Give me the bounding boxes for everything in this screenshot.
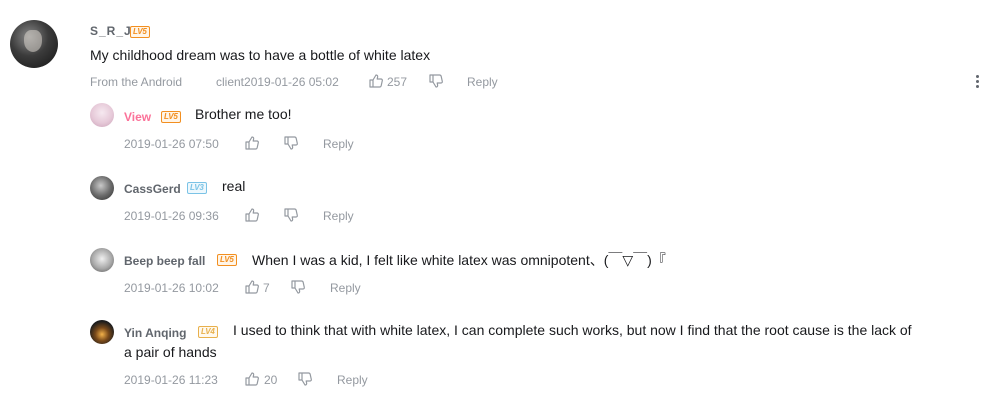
- level-badge: LV5: [130, 26, 150, 38]
- thumbs-up-icon[interactable]: [244, 371, 260, 387]
- thumbs-down-icon[interactable]: [283, 207, 299, 223]
- reply-button[interactable]: Reply: [467, 75, 498, 89]
- reply-text: real: [222, 178, 246, 194]
- reply-text: I used to think that with white latex, I…: [233, 322, 912, 338]
- reply-button[interactable]: Reply: [330, 281, 361, 295]
- reply-button[interactable]: Reply: [323, 209, 354, 223]
- thumbs-up-icon[interactable]: [244, 279, 260, 295]
- level-badge: LV5: [217, 254, 237, 266]
- reply-button[interactable]: Reply: [337, 373, 368, 387]
- more-vertical-icon[interactable]: [972, 73, 982, 91]
- avatar[interactable]: [90, 103, 114, 127]
- reply-text-continued: a pair of hands: [124, 344, 217, 360]
- reply-time: 2019-01-26 11:23: [124, 373, 218, 387]
- thumbs-down-icon[interactable]: [428, 73, 444, 89]
- reply-time: 2019-01-26 07:50: [124, 137, 219, 151]
- reply-text: Brother me too!: [195, 106, 292, 122]
- username[interactable]: S_R_J: [90, 24, 132, 38]
- like-count: 7: [263, 281, 270, 295]
- thumbs-down-icon[interactable]: [297, 371, 313, 387]
- username[interactable]: Beep beep fall: [124, 254, 205, 268]
- username[interactable]: CassGerd: [124, 182, 181, 196]
- reply-time: 2019-01-26 09:36: [124, 209, 219, 223]
- thumbs-up-icon[interactable]: [368, 73, 384, 89]
- username[interactable]: Yin Anqing: [124, 326, 186, 340]
- avatar[interactable]: [90, 176, 114, 200]
- username[interactable]: View: [124, 110, 151, 124]
- level-badge: LV4: [198, 326, 218, 338]
- avatar[interactable]: [90, 320, 114, 344]
- level-badge: LV5: [161, 111, 181, 123]
- comment-text: My childhood dream was to have a bottle …: [90, 47, 431, 63]
- level-badge: LV3: [187, 182, 207, 194]
- reply-time: 2019-01-26 10:02: [124, 281, 219, 295]
- thumbs-up-icon[interactable]: [244, 207, 260, 223]
- reply-text: When I was a kid, I felt like white late…: [252, 252, 666, 268]
- reply-button[interactable]: Reply: [323, 137, 354, 151]
- avatar[interactable]: [10, 20, 58, 68]
- comment-time: client2019-01-26 05:02: [216, 75, 339, 89]
- thumbs-down-icon[interactable]: [290, 279, 306, 295]
- thumbs-down-icon[interactable]: [283, 135, 299, 151]
- avatar[interactable]: [90, 248, 114, 272]
- like-count: 20: [264, 373, 278, 387]
- like-count: 257: [387, 75, 408, 89]
- comment-source: From the Android: [90, 75, 183, 89]
- thumbs-up-icon[interactable]: [244, 135, 260, 151]
